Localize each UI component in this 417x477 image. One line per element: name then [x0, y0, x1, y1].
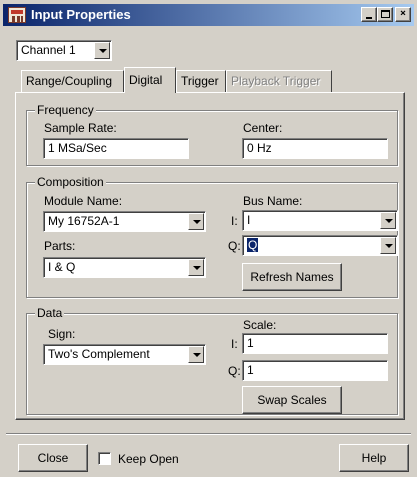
close-icon: × — [399, 8, 407, 19]
bus-q-select[interactable]: Q — [242, 235, 398, 256]
title-bar[interactable]: Input Properties × — [3, 4, 414, 26]
center-input[interactable]: 0 Hz — [242, 138, 388, 159]
tab-digital[interactable]: Digital — [124, 67, 176, 93]
scale-i-input[interactable]: 1 — [242, 333, 388, 354]
sign-label: Sign: — [48, 327, 76, 341]
minimize-button[interactable] — [361, 7, 377, 22]
chevron-down-icon[interactable] — [94, 42, 110, 59]
tab-label: Trigger — [181, 74, 219, 88]
input-properties-dialog: Input Properties × Channel 1 Range/Coupl… — [0, 0, 417, 477]
maximize-icon — [381, 10, 390, 18]
frequency-group-title: Frequency — [35, 103, 96, 117]
center-label: Center: — [243, 121, 283, 135]
minimize-icon — [366, 17, 372, 19]
channel-select[interactable]: Channel 1 — [16, 40, 112, 61]
module-name-label: Module Name: — [44, 194, 123, 208]
sign-select[interactable]: Two's Complement — [43, 344, 206, 365]
bus-q-label: Q: — [228, 239, 241, 253]
chevron-down-icon[interactable] — [380, 237, 396, 254]
window-title: Input Properties — [31, 7, 131, 22]
parts-select[interactable]: I & Q — [43, 257, 206, 278]
close-button[interactable]: Close — [18, 444, 88, 472]
bus-q-value: Q — [245, 237, 260, 253]
chevron-down-icon[interactable] — [380, 212, 396, 229]
app-icon — [8, 7, 26, 23]
sample-rate-label: Sample Rate: — [44, 121, 117, 135]
bus-i-label: I: — [231, 214, 238, 228]
chevron-down-icon[interactable] — [188, 259, 204, 276]
tab-label: Range/Coupling — [26, 74, 113, 88]
channel-select-value: Channel 1 — [21, 43, 76, 57]
bus-i-select[interactable]: I — [242, 210, 398, 231]
close-window-button[interactable]: × — [395, 7, 411, 22]
chevron-down-icon[interactable] — [188, 346, 204, 363]
parts-label: Parts: — [44, 239, 76, 253]
module-name-value: My 16752A-1 — [48, 214, 120, 228]
module-name-select[interactable]: My 16752A-1 — [43, 211, 206, 232]
parts-value: I & Q — [48, 260, 76, 274]
bus-i-value: I — [247, 213, 251, 227]
tab-label: Digital — [129, 73, 163, 87]
chevron-down-icon[interactable] — [188, 213, 204, 230]
keep-open-checkbox[interactable] — [98, 452, 111, 465]
tab-playback-trigger: Playback Trigger — [226, 70, 332, 92]
help-button[interactable]: Help — [339, 444, 409, 472]
maximize-button[interactable] — [377, 7, 393, 22]
refresh-names-button[interactable]: Refresh Names — [242, 263, 342, 291]
tab-range-coupling[interactable]: Range/Coupling — [21, 70, 124, 92]
data-group-title: Data — [35, 306, 65, 320]
scale-q-input[interactable]: 1 — [242, 360, 388, 381]
bus-name-label: Bus Name: — [243, 194, 303, 208]
scale-i-label: I: — [231, 337, 238, 351]
scale-label: Scale: — [243, 318, 277, 332]
sample-rate-input[interactable]: 1 MSa/Sec — [43, 138, 189, 159]
tab-label: Playback Trigger — [231, 74, 321, 88]
swap-scales-button[interactable]: Swap Scales — [242, 386, 342, 414]
composition-group-title: Composition — [35, 175, 106, 189]
scale-q-label: Q: — [228, 364, 241, 378]
footer-separator — [6, 433, 411, 435]
keep-open-label[interactable]: Keep Open — [118, 452, 179, 466]
sign-value: Two's Complement — [48, 347, 150, 361]
tab-trigger[interactable]: Trigger — [176, 70, 226, 92]
